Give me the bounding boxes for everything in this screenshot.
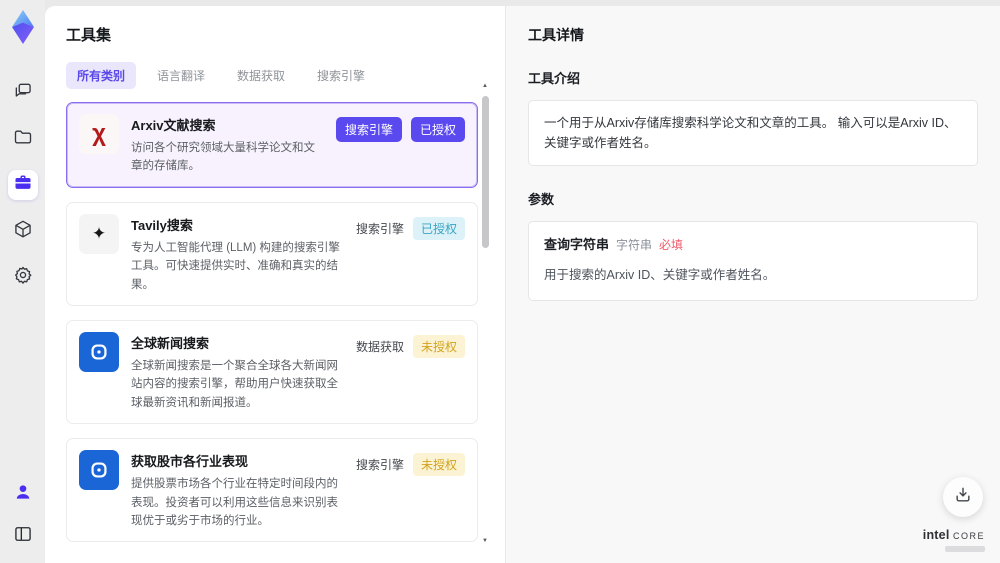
auth-badge: 未授权 <box>412 453 465 477</box>
intro-heading: 工具介绍 <box>528 71 581 86</box>
sidebar-item-settings[interactable] <box>8 262 38 292</box>
auth-badge: 已授权 <box>410 117 465 142</box>
download-icon <box>953 485 973 510</box>
panel-icon <box>13 524 33 549</box>
category-tab[interactable]: 语言翻译 <box>146 62 216 89</box>
tool-description: 提供股票市场各个行业在特定时间段内的表现。投资者可以利用这些信息来识别表现优于或… <box>131 478 338 527</box>
scrollbar-thumb[interactable] <box>482 96 489 248</box>
tool-description: 访问各个研究领域大量科学论文和文章的存储库。 <box>131 142 315 173</box>
param-description: 用于搜索的Arxiv ID、关键字或作者姓名。 <box>544 267 776 282</box>
intel-core-logo: intel core <box>922 528 985 552</box>
sidebar-item-models[interactable] <box>8 216 38 246</box>
category-tabs: 所有类别 语言翻译 数据获取 搜索引擎 <box>66 62 505 89</box>
category-tab[interactable]: 数据获取 <box>226 62 296 89</box>
juhe-blue-icon <box>79 450 119 491</box>
page-title: 工具集 <box>66 27 112 44</box>
category-tab[interactable]: 搜索引擎 <box>306 62 376 89</box>
auth-badge: 已授权 <box>412 216 465 240</box>
intro-box: 一个用于从Arxiv存储库搜索科学论文和文章的工具。 输入可以是Arxiv ID… <box>528 100 978 166</box>
arxiv-logo-icon: χ <box>79 114 119 154</box>
param-name: 查询字符串 <box>544 237 610 252</box>
tool-list-panel: 工具集 所有类别 语言翻译 数据获取 搜索引擎 χ Arxiv文献搜索 访问各个研究领… <box>45 6 505 563</box>
param-required-badge: 必填 <box>659 238 684 252</box>
tool-name: 全球新闻搜索 <box>131 335 210 351</box>
category-badge: 搜索引擎 <box>335 117 402 142</box>
gear-icon <box>13 265 33 290</box>
tool-card[interactable]: 获取股市各行业表现 提供股票市场各个行业在特定时间段内的表现。投资者可以利用这些… <box>66 438 478 543</box>
brand-subtext-strip <box>945 546 985 552</box>
tool-name: Tavily搜索 <box>131 217 193 233</box>
user-icon <box>13 482 33 507</box>
params-heading: 参数 <box>528 192 555 207</box>
param-type: 字符串 <box>616 238 653 252</box>
scrollbar-up-arrow[interactable]: ▲ <box>482 83 488 89</box>
app-logo-icon[interactable] <box>7 8 39 46</box>
intel-wordmark: intel <box>922 528 950 543</box>
tavily-star-icon: ✦ <box>79 213 119 254</box>
tool-card[interactable]: χ Arxiv文献搜索 访问各个研究领域大量科学论文和文章的存储库。 搜索引擎 … <box>66 102 478 188</box>
download-button[interactable] <box>943 477 983 517</box>
params-list: 查询字符串 字符串 必填 用于搜索的Arxiv ID、关键字或作者姓名。 <box>528 221 978 301</box>
tool-name: Arxiv文献搜索 <box>131 118 216 133</box>
category-tab[interactable]: 所有类别 <box>66 62 137 89</box>
tool-name: 获取股市各行业表现 <box>131 454 249 470</box>
cube-icon <box>13 219 33 244</box>
auth-badge: 未授权 <box>412 334 465 358</box>
tool-description: 专为人工智能代理 (LLM) 构建的搜索引擎工具。可快速提供实时、准确和真实的结… <box>131 241 340 291</box>
tool-card[interactable]: 全球新闻搜索 全球新闻搜索是一个聚合全球各大新闻网站内容的搜索引擎，帮助用户快速… <box>66 319 478 425</box>
tool-card[interactable]: ✦ Tavily搜索 专为人工智能代理 (LLM) 构建的搜索引擎工具。可快速提… <box>66 201 478 306</box>
tool-detail-panel: 工具详情 工具介绍 一个用于从Arxiv存储库搜索科学论文和文章的工具。 输入可… <box>505 6 1000 563</box>
tool-list: χ Arxiv文献搜索 访问各个研究领域大量科学论文和文章的存储库。 搜索引擎 … <box>66 102 478 549</box>
sidebar-item-profile[interactable] <box>8 479 38 509</box>
sidebar-item-collapse[interactable] <box>8 521 38 551</box>
category-badge: 数据获取 <box>355 339 404 354</box>
chat-icon <box>13 81 33 106</box>
folder-icon <box>13 127 33 152</box>
category-badge: 搜索引擎 <box>355 458 404 473</box>
sidebar-item-chat[interactable] <box>8 78 38 108</box>
sidebar-item-toolbox[interactable] <box>7 170 38 200</box>
scrollbar-down-arrow[interactable]: ▼ <box>482 538 488 544</box>
main-surface: 工具集 所有类别 语言翻译 数据获取 搜索引擎 χ Arxiv文献搜索 访问各个研究领… <box>45 6 1000 563</box>
rail-nav <box>7 78 38 292</box>
sidebar-item-files[interactable] <box>8 124 38 154</box>
category-badge: 搜索引擎 <box>355 221 404 236</box>
left-rail <box>0 0 45 563</box>
juhe-blue-icon <box>79 331 119 372</box>
parameter-item: 查询字符串 字符串 必填 用于搜索的Arxiv ID、关键字或作者姓名。 <box>528 221 978 301</box>
rail-bottom <box>8 479 38 551</box>
tool-description: 全球新闻搜索是一个聚合全球各大新闻网站内容的搜索引擎，帮助用户快速获取全球最新资… <box>131 359 338 409</box>
briefcase-icon <box>13 173 33 198</box>
core-wordmark: core <box>952 528 985 543</box>
detail-title: 工具详情 <box>528 27 584 43</box>
